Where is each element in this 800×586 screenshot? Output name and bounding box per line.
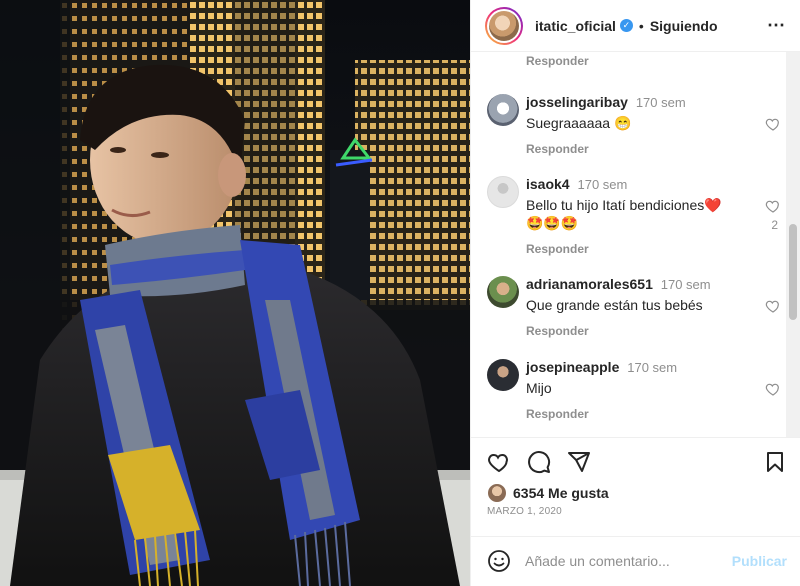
heart-icon[interactable] [765,116,781,132]
comment-item: isaok4 170 sem Bello tu hijo Itatí bendi… [487,176,787,256]
comment-like-count: 2 [771,218,778,232]
reply-button[interactable]: Responder [526,142,787,156]
comment-text: Mijo [526,380,552,396]
comments-scrollbar[interactable] [786,52,800,437]
comment-time[interactable]: 170 sem [577,177,627,192]
comment-item: josepineapple 170 sem Mijo Responder [487,359,787,421]
heart-icon[interactable] [487,450,511,474]
commenter-username[interactable]: adrianamorales651 [526,276,653,292]
commenter-avatar[interactable] [487,276,519,308]
add-comment-bar: Publicar [487,546,787,576]
post-actions [487,450,787,476]
reply-button[interactable]: Responder [526,242,787,256]
section-divider [471,536,800,537]
comment-time[interactable]: 170 sem [627,360,677,375]
post-photo[interactable] [0,0,470,586]
share-icon[interactable] [567,450,591,474]
heart-icon[interactable] [765,381,781,397]
comment-time[interactable]: 170 sem [636,95,686,110]
section-divider [471,437,800,438]
more-options-icon[interactable]: ⋯ [767,15,786,36]
author-avatar[interactable] [485,6,523,45]
bookmark-icon[interactable] [763,450,787,474]
post-side-panel: itatic_oficial ✓ • Siguiendo ⋯ Responder… [470,0,800,586]
heart-icon[interactable] [765,298,781,314]
post-header: itatic_oficial ✓ • Siguiendo ⋯ [471,0,800,52]
commenter-avatar[interactable] [487,176,519,208]
post-viewer: itatic_oficial ✓ • Siguiendo ⋯ Responder… [0,0,800,586]
scrollbar-thumb[interactable] [789,224,797,320]
publish-button[interactable]: Publicar [732,553,787,569]
comment-item: adrianamorales651 170 sem Que grande est… [487,276,787,338]
comment-text: Bello tu hijo Itatí bendiciones❤️🤩🤩🤩 [526,197,722,231]
comment-input[interactable] [525,553,732,569]
author-username[interactable]: itatic_oficial [535,18,616,34]
comment-item: josselingaribay 170 sem Suegraaaaaa 😁 Re… [487,94,787,156]
commenter-avatar[interactable] [487,94,519,126]
commenter-avatar[interactable] [487,359,519,391]
commenter-username[interactable]: josepineapple [526,359,619,375]
liker-avatar [487,483,507,503]
post-date[interactable]: MARZO 1, 2020 [487,506,562,517]
following-button[interactable]: Siguiendo [650,18,718,34]
likes-count[interactable]: 6354 Me gusta [513,485,609,501]
reply-button[interactable]: Responder [526,54,589,68]
separator-dot: • [638,17,644,34]
comment-icon[interactable] [527,450,551,474]
comment-text: Que grande están tus bebés [526,297,703,313]
emoji-icon[interactable] [487,549,511,573]
verified-badge-icon: ✓ [619,19,633,32]
reply-button[interactable]: Responder [526,324,787,338]
commenter-username[interactable]: isaok4 [526,176,570,192]
photo-image [0,0,470,586]
commenter-username[interactable]: josselingaribay [526,94,628,110]
comments-list[interactable]: Responder josselingaribay 170 sem Suegra… [471,52,787,437]
heart-icon[interactable] [765,198,781,214]
comment-time[interactable]: 170 sem [661,277,711,292]
comment-text: Suegraaaaaa 😁 [526,115,632,131]
likes-summary[interactable]: 6354 Me gusta [487,483,609,503]
reply-button[interactable]: Responder [526,407,787,421]
